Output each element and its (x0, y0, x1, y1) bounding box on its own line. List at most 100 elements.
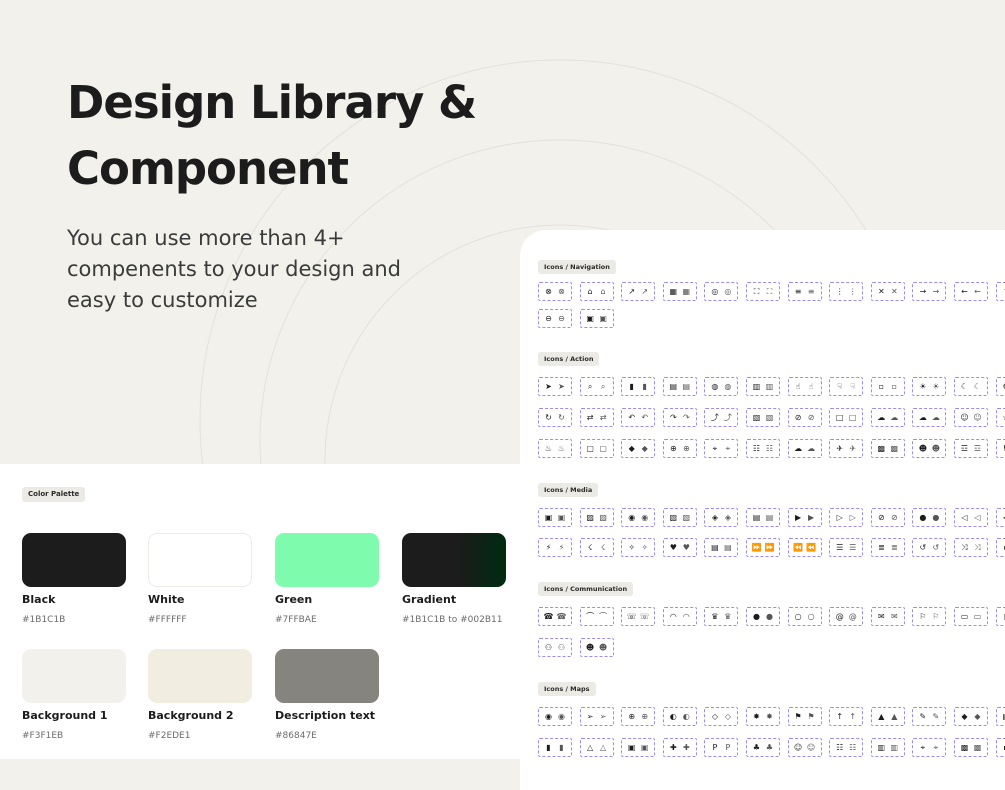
icon-variant-pair[interactable]: ◍◍ (704, 377, 738, 396)
icon-variant-pair[interactable]: ↻↻ (538, 408, 572, 427)
icon-variant-pair[interactable]: ☁☁ (788, 439, 822, 458)
icon-variant-pair[interactable]: ↺↺ (912, 538, 946, 557)
icon-variant-pair[interactable]: ⚑⚑ (788, 707, 822, 726)
swatch-background-2[interactable] (148, 649, 252, 703)
icon-variant-pair[interactable]: PP (704, 738, 738, 757)
icon-variant-pair[interactable]: ◈◈ (704, 508, 738, 527)
icon-variant-pair[interactable]: ⊗⊗ (538, 282, 572, 301)
icon-variant-pair[interactable]: ▨▨ (580, 508, 614, 527)
icon-variant-pair[interactable]: ●● (912, 508, 946, 527)
icon-variant-pair[interactable]: ⌖⌖ (704, 439, 738, 458)
icon-variant-pair[interactable]: ⚇⚇ (538, 638, 572, 657)
icon-variant-pair[interactable]: →→ (912, 282, 946, 301)
icon-variant-pair[interactable]: △△ (580, 738, 614, 757)
icon-variant-pair[interactable]: ☇☇ (580, 538, 614, 557)
icon-variant-pair[interactable]: ☀☀ (912, 377, 946, 396)
icon-variant-pair[interactable]: ↶↶ (621, 408, 655, 427)
icon-variant-pair[interactable]: ☻☻ (912, 439, 946, 458)
icon-variant-pair[interactable]: ☎☎ (538, 607, 572, 626)
icon-variant-pair[interactable]: ✕✕ (871, 282, 905, 301)
icon-variant-pair[interactable]: ▣▣ (621, 738, 655, 757)
icon-variant-pair[interactable]: ▸▸ (996, 538, 1005, 557)
icon-variant-pair[interactable]: ☺☺ (788, 738, 822, 757)
icon-variant-pair[interactable]: ⤨⤨ (954, 538, 988, 557)
icon-variant-pair[interactable]: ☟☟ (829, 377, 863, 396)
icon-variant-pair[interactable]: ▭▭ (954, 607, 988, 626)
icon-variant-pair[interactable]: ⊕⊕ (621, 707, 655, 726)
icon-variant-pair[interactable]: ➢➢ (580, 707, 614, 726)
icon-variant-pair[interactable]: ⌕⌕ (580, 377, 614, 396)
icon-variant-pair[interactable]: ◎◎ (704, 282, 738, 301)
icon-variant-pair[interactable]: ⋮⋮ (829, 282, 863, 301)
icon-variant-pair[interactable]: ↑↑ (829, 707, 863, 726)
swatch-black[interactable] (22, 533, 126, 587)
icon-variant-pair[interactable]: ⊕⊕ (663, 439, 697, 458)
icon-variant-pair[interactable]: ✧✧ (621, 538, 655, 557)
icon-variant-pair[interactable]: ▤▤ (996, 707, 1005, 726)
icon-variant-pair[interactable]: ⚑⚑ (996, 439, 1005, 458)
swatch-background-1[interactable] (22, 649, 126, 703)
icon-variant-pair[interactable]: ▢▢ (580, 439, 614, 458)
icon-variant-pair[interactable]: ☷☷ (746, 439, 780, 458)
icon-variant-pair[interactable]: ←← (954, 282, 988, 301)
icon-variant-pair[interactable]: ⤴⤴ (704, 408, 738, 427)
icon-variant-pair[interactable]: ⌖⌖ (912, 738, 946, 757)
icon-variant-pair[interactable]: ▷▷ (829, 508, 863, 527)
icon-variant-pair[interactable]: ▮▮ (538, 738, 572, 757)
icon-variant-pair[interactable]: ✈✈ (829, 439, 863, 458)
icon-variant-pair[interactable]: ▦▦ (663, 282, 697, 301)
icon-variant-pair[interactable]: ⊘⊘ (871, 508, 905, 527)
icon-variant-pair[interactable]: ▮▮ (621, 377, 655, 396)
icon-variant-pair[interactable]: ≣≣ (871, 538, 905, 557)
icon-variant-pair[interactable]: ♣♣ (746, 738, 780, 757)
icon-variant-pair[interactable]: ▩▩ (954, 738, 988, 757)
icon-variant-pair[interactable]: ✚✚ (663, 738, 697, 757)
icon-variant-pair[interactable]: ☁☁ (871, 408, 905, 427)
icon-variant-pair[interactable]: ♥♥ (663, 538, 697, 557)
icon-variant-pair[interactable]: ↑↑ (996, 282, 1005, 301)
icon-variant-pair[interactable]: ○○ (788, 607, 822, 626)
icon-variant-pair[interactable]: ⏩⏩ (746, 538, 780, 557)
icon-variant-pair[interactable]: ☲☲ (954, 439, 988, 458)
icon-variant-pair[interactable]: ◉◉ (538, 707, 572, 726)
swatch-white[interactable] (148, 533, 252, 587)
icon-variant-pair[interactable]: ☏☏ (621, 607, 655, 626)
icon-variant-pair[interactable]: ⊖⊖ (538, 309, 572, 328)
swatch-gradient[interactable] (402, 533, 506, 587)
icon-variant-pair[interactable]: ✎✎ (912, 707, 946, 726)
icon-variant-pair[interactable]: ⛶⛶ (746, 282, 780, 301)
icon-variant-pair[interactable]: ♨♨ (538, 439, 572, 458)
icon-variant-pair[interactable]: ◇◇ (704, 707, 738, 726)
icon-variant-pair[interactable]: □□ (829, 408, 863, 427)
icon-variant-pair[interactable]: ◉◉ (621, 508, 655, 527)
icon-variant-pair[interactable]: ☷☷ (829, 738, 863, 757)
icon-variant-pair[interactable]: ▥▥ (746, 377, 780, 396)
icon-variant-pair[interactable]: ⚙⚙ (996, 377, 1005, 396)
icon-variant-pair[interactable]: ●● (746, 607, 780, 626)
icon-variant-pair[interactable]: ▤▤ (704, 538, 738, 557)
icon-variant-pair[interactable]: ☝☝ (788, 377, 822, 396)
icon-variant-pair[interactable]: ▲▲ (871, 707, 905, 726)
icon-variant-pair[interactable]: ⚡⚡ (538, 538, 572, 557)
icon-variant-pair[interactable]: ↷↷ (663, 408, 697, 427)
icon-variant-pair[interactable]: ☺☺ (954, 408, 988, 427)
icon-variant-pair[interactable]: ☻☻ (580, 638, 614, 657)
icon-variant-pair[interactable]: ▯▯ (996, 607, 1005, 626)
icon-variant-pair[interactable]: ◐◐ (663, 707, 697, 726)
icon-variant-pair[interactable]: ▤▤ (663, 377, 697, 396)
icon-variant-pair[interactable]: ▤▤ (746, 508, 780, 527)
icon-variant-pair[interactable]: ⏪⏪ (788, 538, 822, 557)
icon-variant-pair[interactable]: ⌂⌂ (580, 282, 614, 301)
icon-variant-pair[interactable]: ◁◁ (954, 508, 988, 527)
icon-variant-pair[interactable]: ✉✉ (871, 607, 905, 626)
icon-variant-pair[interactable]: ☆☆ (996, 408, 1005, 427)
icon-variant-pair[interactable]: ↗↗ (621, 282, 655, 301)
swatch-green[interactable] (275, 533, 379, 587)
icon-variant-pair[interactable]: ⚐⚐ (912, 607, 946, 626)
icon-variant-pair[interactable]: ◠◠ (663, 607, 697, 626)
icon-variant-pair[interactable]: ◆◆ (954, 707, 988, 726)
icon-variant-pair[interactable]: ≡≡ (788, 282, 822, 301)
icon-variant-pair[interactable]: ◆◆ (621, 439, 655, 458)
icon-variant-pair[interactable]: ▣▣ (538, 508, 572, 527)
icon-variant-pair[interactable]: ▪▪ (996, 738, 1005, 757)
